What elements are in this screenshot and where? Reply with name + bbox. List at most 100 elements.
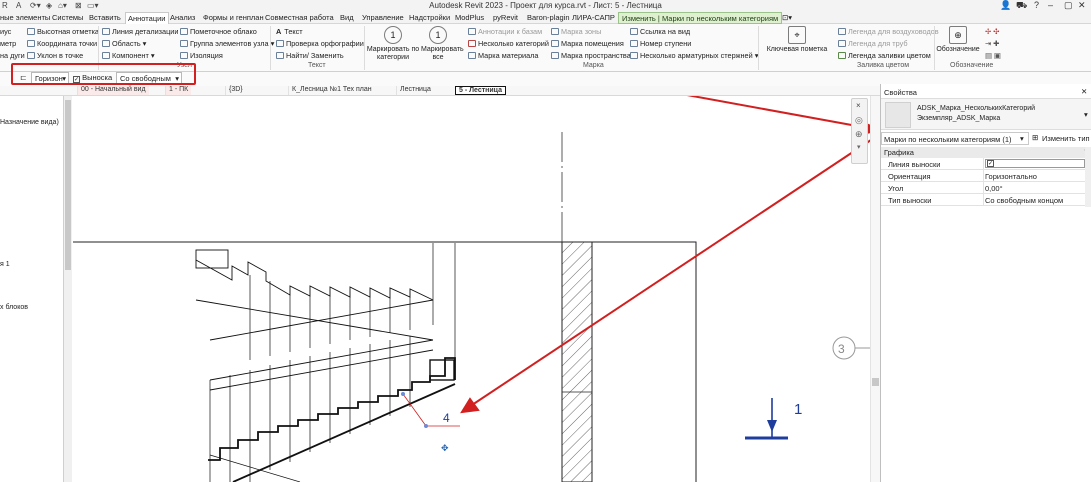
tab-lira[interactable]: ЛИРА-САПР [572,13,615,22]
leader-line-checkbox[interactable]: ✓ [985,159,1085,168]
pipe-legend-button[interactable]: Легенда для труб [838,39,908,48]
instance-filter-dropdown[interactable]: Марки по нескольким категориям (1) ▾ [881,132,1029,145]
spot-slope-button[interactable]: Уклон в точке [27,51,83,60]
area-tag-button[interactable]: Марка зоны [551,27,601,36]
help-icon[interactable]: ? [1034,0,1039,10]
view-reference-icon [630,28,638,35]
dim-arc[interactable]: на дуги [0,51,25,60]
room-tag-button[interactable]: Марка помещения [551,39,624,48]
tab-modify-multi-category-tag[interactable]: Изменить | Марки по нескольким категория… [618,12,783,24]
beam-annotation-label: Аннотации к базам [478,27,543,36]
maximize-icon[interactable]: ▢ [1064,0,1073,11]
tab-modplus[interactable]: ModPlus [455,13,484,22]
region-button[interactable]: Область ▾ [102,39,146,48]
revision-cloud-button[interactable]: Пометочное облако [180,27,257,36]
component-button[interactable]: Компонент ▾ [102,51,155,60]
scrollbar-thumb[interactable] [872,378,879,386]
spelling-button[interactable]: Проверка орфографии [276,39,364,48]
drawing-canvas[interactable]: 4 ✥ 1 3 [72,96,880,482]
browser-item[interactable]: я 1 [0,261,10,268]
detail-line-button[interactable]: Линия детализации [102,27,178,36]
tab-elements[interactable]: ные элементы [0,13,50,22]
material-tag-button[interactable]: Марка материала [468,51,538,60]
chevron-down-icon[interactable]: ▾ [1084,110,1088,119]
view-tab-stair[interactable]: Лестница [396,86,434,95]
multi-rebar-button[interactable]: Несколько арматурных стержней ▾ [630,51,758,60]
pipe-legend-icon [838,40,846,47]
spot-elevation-button[interactable]: Высотная отметка [27,27,99,36]
close-navbar-icon[interactable]: × [856,101,861,110]
find-replace-label: Найти/ Заменить [286,51,344,60]
color-fill-legend-button[interactable]: Легенда заливки цветом [838,51,931,60]
view-tab-start[interactable]: 00 - Начальный вид [77,86,149,95]
tag-all-button[interactable]: 1 Маркировать все [421,26,464,62]
tab-systems[interactable]: Системы [52,13,83,22]
divider [983,170,984,182]
tab-insert[interactable]: Вставить [89,13,121,22]
view-tab-3d[interactable]: {3D} [225,86,246,95]
tab-collaborate[interactable]: Совместная работа [265,13,334,22]
view-tab-stair-plan[interactable]: К_Лесница №1 Тех план [288,86,375,95]
tab-addins[interactable]: Надстройки [409,13,450,22]
minimize-icon[interactable]: – [1048,0,1053,10]
tag-by-category-button[interactable]: 1 Маркировать по категории [366,26,420,62]
spot-coordinate-button[interactable]: Координата точки [27,39,97,48]
color-fill-legend-icon [838,52,846,59]
close-icon[interactable]: ✕ [1078,0,1086,11]
steering-wheel-icon[interactable]: ◎ [855,115,863,126]
vertical-scrollbar[interactable] [870,96,880,482]
multi-rebar-icon [630,52,638,59]
tread-number-button[interactable]: Номер ступени [630,39,691,48]
browser-scrollbar-thumb[interactable] [65,100,71,270]
beam-system-icon[interactable]: ⇥ ✚ [985,39,999,48]
orientation-value[interactable]: Горизонтально [985,172,1037,181]
view-tab-pk[interactable]: 1 - ПК [165,86,192,95]
revision-cloud-icon [180,28,188,35]
type-selector[interactable]: ADSK_Марка_НесколькихКатегорий Экземпляр… [881,98,1091,130]
dim-diameter[interactable]: метр [0,39,16,48]
tab-analyze[interactable]: Анализ [170,13,195,22]
area-reinforcement-icon[interactable]: ▤ ▣ [985,51,1001,60]
leader-type-value[interactable]: Со свободным концом [985,196,1063,205]
user-icon[interactable]: 👤 [1000,0,1011,11]
insulation-button[interactable]: Изоляция [180,51,223,60]
browser-item[interactable]: х блоков [0,304,28,311]
grid-bubble-label: 3 [838,342,845,356]
span-direction-icon[interactable]: ✢ ✣ [985,27,999,36]
navigation-bar[interactable]: × ◎ ⊕ ▾ [851,98,868,164]
multi-category-tag-button[interactable]: Несколько категорий [468,39,549,48]
duct-legend-button[interactable]: Легенда для воздуховодов [838,27,939,36]
tab-view[interactable]: Вид [340,13,354,22]
dim-radius[interactable]: иус [0,27,11,36]
divider [983,194,984,206]
beam-annotation-button[interactable]: Аннотации к базам [468,27,542,36]
angle-value[interactable]: 0,00° [985,184,1003,193]
detail-line-icon [102,28,110,35]
keynote-button[interactable]: ⌖ Ключевая пометка [764,26,830,54]
properties-scrollbar[interactable] [1085,147,1091,207]
tab-pyrevit[interactable]: pyRevit [493,13,518,22]
edit-type-button[interactable]: ⊞ Изменить тип [1031,132,1091,145]
group-graphics[interactable]: Графика ⌃ [881,147,1091,158]
zoom-icon[interactable]: ⊕ [855,129,863,140]
close-icon[interactable]: ✕ [1081,87,1087,96]
duct-legend-label: Легенда для воздуховодов [848,27,939,36]
tab-baron[interactable]: Baron-plagin [527,13,570,22]
ribbon-toggle-icon[interactable]: ⊡▾ [782,13,792,22]
material-tag-label: Марка материала [478,51,539,60]
view-reference-button[interactable]: Ссылка на вид [630,27,690,36]
cart-icon[interactable]: ⛟ [1016,0,1027,12]
symbol-button[interactable]: ⊕ Обозначение [936,26,980,54]
room-tag-icon [551,40,559,47]
view-tab-sheet-stair[interactable]: 5 - Лестница [455,86,506,95]
chevron-down-icon[interactable]: ▾ [857,143,861,151]
detail-group-button[interactable]: Группа элементов узла ▾ [180,39,274,48]
text-button[interactable]: A Текст [276,27,303,36]
tab-annotate[interactable]: Аннотации [125,12,169,24]
type-name: Экземпляр_ADSK_Марка [917,115,1001,122]
find-replace-button[interactable]: Найти/ Заменить [276,51,344,60]
tab-massing[interactable]: Формы и генплан [203,13,264,22]
space-tag-button[interactable]: Марка пространства [551,51,631,60]
browser-item[interactable]: Назначение вида) [0,119,59,126]
tab-manage[interactable]: Управление [362,13,404,22]
